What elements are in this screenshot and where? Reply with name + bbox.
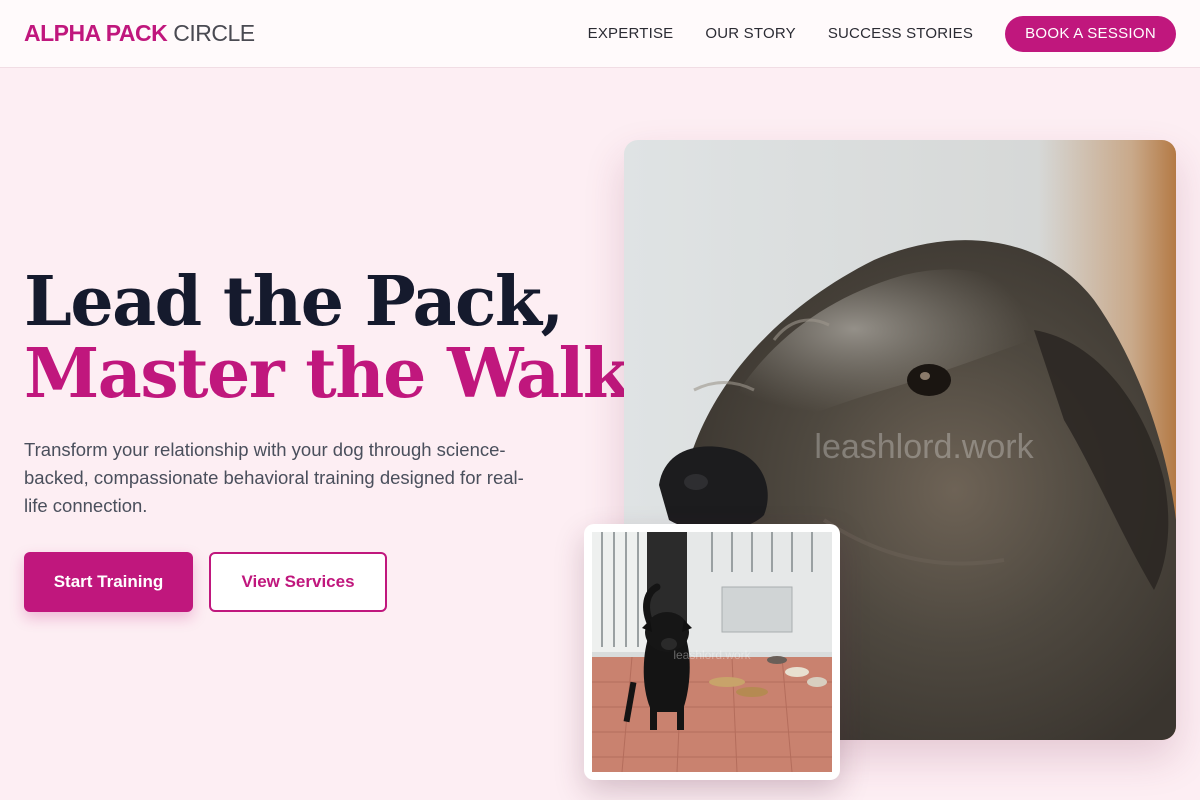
hero-title-line1: Lead the Pack, (24, 262, 564, 342)
brand-name-bold: ALPHA PACK (24, 20, 168, 46)
nav-link-our-story[interactable]: OUR STORY (705, 25, 795, 42)
brand-name-light: CIRCLE (173, 20, 255, 46)
hero-title-line2: Master the Walk. (24, 334, 652, 414)
main-watermark: leashlord.work (814, 428, 1034, 466)
black-dog-image: leashlord.work (592, 532, 832, 772)
nav-link-expertise[interactable]: EXPERTISE (588, 25, 674, 42)
brand-logo[interactable]: ALPHA PACK CIRCLE (24, 20, 255, 47)
black-dog-photo: leashlord.work (592, 532, 832, 772)
hero-subtitle: Transform your relationship with your do… (24, 439, 524, 516)
start-training-button[interactable]: Start Training (24, 552, 193, 612)
hero-title: Lead the Pack, Master the Walk. (24, 262, 652, 414)
site-header: ALPHA PACK CIRCLE EXPERTISE OUR STORY SU… (0, 0, 1200, 68)
book-session-button[interactable]: BOOK A SESSION (1005, 15, 1176, 52)
small-watermark: leashlord.work (673, 648, 751, 662)
view-services-button[interactable]: View Services (209, 552, 387, 612)
nav-link-success-stories[interactable]: SUCCESS STORIES (828, 25, 973, 42)
main-nav: EXPERTISE OUR STORY SUCCESS STORIES BOOK… (556, 15, 1176, 52)
secondary-photo-card: leashlord.work (584, 524, 840, 780)
